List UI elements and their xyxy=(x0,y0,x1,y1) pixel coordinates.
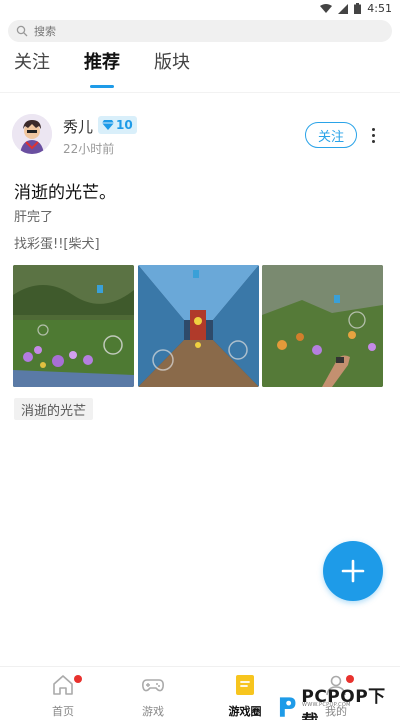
status-bar: 4:51 xyxy=(0,0,400,18)
watermark-text: PCPOP下载 xyxy=(301,687,386,720)
post-image-3[interactable] xyxy=(262,265,383,387)
status-icons: 4:51 xyxy=(320,2,392,15)
topic-tag[interactable]: 消逝的光芒 xyxy=(14,398,94,420)
follow-button[interactable]: 关注 xyxy=(305,122,357,148)
tab-recommended-label: 推荐 xyxy=(84,52,120,73)
gamepad-icon xyxy=(142,679,164,692)
tab-recommended[interactable]: 推荐 xyxy=(84,48,120,88)
nav-home[interactable]: 首页 xyxy=(23,673,103,719)
battery-icon xyxy=(354,3,362,14)
create-post-button[interactable] xyxy=(323,541,383,601)
signal-icon xyxy=(338,3,349,14)
nav-label-games: 游戏 xyxy=(142,705,164,718)
watermark: PCPOP下载 WWW.PCPOP.COM xyxy=(278,682,400,720)
post-image-1[interactable] xyxy=(13,265,134,387)
post-time: 22小时前 xyxy=(63,142,115,156)
username[interactable]: 秀儿 xyxy=(63,116,93,137)
watermark-logo-icon xyxy=(279,697,296,717)
more-options-icon[interactable] xyxy=(366,124,380,146)
nav-label-game-circle: 游戏圈 xyxy=(228,705,262,718)
avatar-image xyxy=(12,114,52,154)
status-time: 4:51 xyxy=(367,2,392,15)
post-body: 肝完了 xyxy=(14,210,54,225)
diamond-icon xyxy=(102,120,114,130)
search-bar[interactable] xyxy=(8,20,392,42)
tab-sections[interactable]: 版块 xyxy=(154,48,190,78)
home-icon xyxy=(53,675,73,695)
active-tab-indicator xyxy=(90,85,114,88)
notification-dot xyxy=(74,675,82,683)
post-title[interactable]: 消逝的光芒。 xyxy=(14,178,116,203)
plus-icon xyxy=(341,559,365,583)
feed-tabs: 关注 推荐 版块 xyxy=(14,48,224,88)
nav-label-home: 首页 xyxy=(52,705,74,718)
divider xyxy=(0,92,400,93)
post-body-line2: 找彩蛋!![柴犬] xyxy=(14,237,100,252)
level-number: 10 xyxy=(116,118,133,132)
notebook-icon xyxy=(236,675,254,695)
post-image-2[interactable] xyxy=(138,265,259,387)
nav-games[interactable]: 游戏 xyxy=(113,673,193,719)
wifi-icon xyxy=(320,3,333,13)
search-input[interactable] xyxy=(34,24,354,38)
search-icon xyxy=(16,25,28,37)
nav-game-circle[interactable]: 游戏圈 xyxy=(205,673,285,719)
avatar[interactable] xyxy=(12,114,52,154)
level-badge: 10 xyxy=(98,116,137,134)
watermark-subtext: WWW.PCPOP.COM xyxy=(302,702,351,708)
tab-following[interactable]: 关注 xyxy=(14,48,50,78)
